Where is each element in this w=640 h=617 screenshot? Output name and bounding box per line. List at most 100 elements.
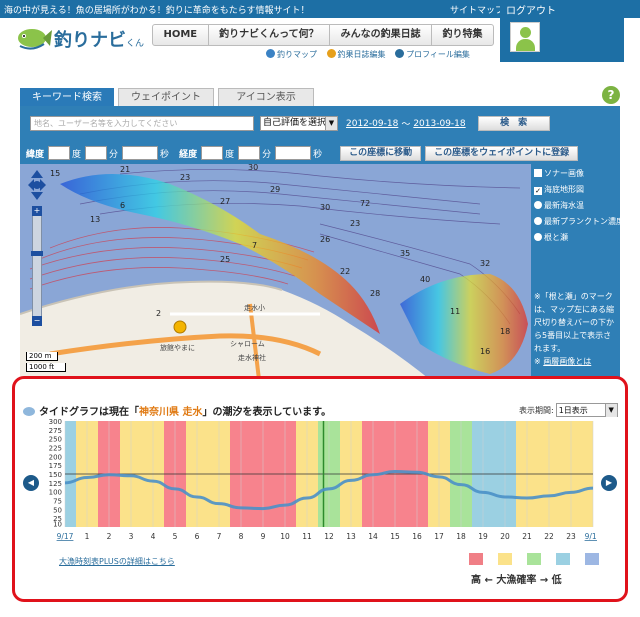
site-tagline: 海の中が見える！魚の居場所がわかる！釣りに革命をもたらす情報サイト！ [4, 6, 310, 16]
svg-text:21: 21 [120, 165, 130, 174]
tab-keyword-search[interactable]: キーワード検索 [20, 88, 114, 106]
radio[interactable] [534, 201, 542, 209]
x-tick-label: 19 [478, 532, 488, 541]
register-waypoint-button[interactable]: この座標をウェイポイントに登録 [425, 145, 579, 161]
svg-text:7: 7 [252, 241, 257, 250]
x-tick-label: 9/18 [585, 532, 597, 541]
search-button[interactable]: 検 索 [477, 116, 550, 131]
tide-chart: 3002752502252001751501251007550 2 5 10 9/17 1… [49, 419, 597, 541]
svg-text:25: 25 [220, 255, 230, 264]
zoom-in-icon[interactable]: + [32, 206, 42, 216]
layer-help-link[interactable]: 画層画像とは [543, 357, 591, 366]
x-tick-label: 10 [280, 532, 290, 541]
legend-caption: 高 ← 大漁確率 → 低 [471, 575, 562, 586]
lon-min-input[interactable] [238, 146, 261, 160]
x-tick-label: 1 [85, 532, 90, 541]
svg-text:23: 23 [350, 219, 360, 228]
logout-link[interactable]: ログアウト [506, 2, 556, 17]
svg-text:16: 16 [480, 347, 490, 356]
layer-water-temp[interactable]: 最新海水温 [534, 198, 617, 214]
scale-meters: 200 m [26, 352, 58, 361]
tide-detail-link[interactable]: 大漁時刻表PLUSの詳細はこちら [59, 556, 175, 567]
period-select[interactable]: 1日表示 ▼ [555, 403, 618, 417]
legend-swatch [498, 553, 512, 565]
layer-sonar[interactable]: ソナー画像 [534, 166, 617, 182]
map-canvas: 15 2123 302729 302335 32136 267225 222840… [20, 164, 531, 388]
svg-text:28: 28 [370, 289, 380, 298]
chevron-down-icon: ▼ [604, 404, 617, 417]
logo-text: 釣りナビくん [54, 30, 145, 51]
x-tick-label: 21 [522, 532, 532, 541]
edit-icon [326, 49, 336, 58]
tab-icon-display[interactable]: アイコン表示 [218, 88, 314, 106]
date-to[interactable]: 2013-09-18 [413, 119, 465, 129]
map-panel: 地名、ユーザー名等を入力してください 自己評価を選択 ▼ 2012-09-18 … [20, 106, 624, 388]
subnav-diary-edit[interactable]: 釣果日誌編集 [326, 49, 386, 59]
layer-plankton[interactable]: 最新プランクトン濃度 [534, 214, 624, 230]
avatar[interactable] [510, 22, 540, 52]
svg-text:11: 11 [450, 307, 460, 316]
layer-seafloor[interactable]: ✓ 海底地形図 [534, 182, 617, 198]
min-unit: 分 [262, 149, 272, 160]
x-tick-label: 20 [500, 532, 510, 541]
checkbox-checked[interactable]: ✓ [534, 187, 542, 195]
svg-text:26: 26 [320, 235, 330, 244]
nav-feature[interactable]: 釣り特集 [432, 25, 493, 45]
x-tick-label: 22 [544, 532, 554, 541]
tab-waypoint[interactable]: ウェイポイント [118, 88, 214, 106]
y-tick-label: 175 [49, 462, 62, 470]
lat-deg-input[interactable] [48, 146, 71, 160]
main-nav: HOME 釣りナビくんって何？ みんなの釣果日誌 釣り特集 [152, 24, 494, 46]
zoom-slider[interactable]: + − [31, 206, 43, 326]
chevron-down-icon: ▼ [325, 117, 337, 130]
nav-about[interactable]: 釣りナビくんって何？ [209, 25, 331, 45]
x-tick-label: 13 [346, 532, 356, 541]
radio[interactable] [534, 233, 542, 241]
lon-deg-input[interactable] [201, 146, 224, 160]
rating-select-value: 自己評価を選択 [263, 118, 327, 128]
svg-text:72: 72 [360, 199, 370, 208]
y-tick-label: 75 [53, 498, 62, 506]
sec-unit: 秒 [313, 149, 323, 160]
lon-sec-input[interactable] [275, 146, 312, 160]
checkbox[interactable] [534, 169, 542, 177]
tide-location[interactable]: 神奈川県 走水 [139, 407, 202, 418]
layer-note: ※「根と瀬」のマークは、マップ左にある縮尺切り替えバーの下から5番目以上で表示さ… [534, 292, 614, 366]
y-tick-label: 225 [49, 445, 62, 453]
layer-reef[interactable]: 根と瀬 [534, 230, 617, 246]
x-tick-label: 6 [195, 532, 200, 541]
rating-select[interactable]: 自己評価を選択 ▼ [260, 116, 338, 131]
y-tick-label: 300 [49, 419, 62, 426]
deg-unit: 度 [72, 149, 82, 160]
map-pan-control[interactable] [28, 170, 46, 200]
svg-text:旅館やまに: 旅館やまに [160, 343, 195, 352]
keyword-input[interactable]: 地名、ユーザー名等を入力してください [30, 116, 254, 131]
y-tick-label: 125 [49, 480, 62, 488]
profile-icon [395, 49, 405, 58]
period-select-value: 1日表示 [558, 406, 588, 415]
zoom-out-icon[interactable]: − [32, 316, 42, 326]
lat-min-input[interactable] [85, 146, 108, 160]
deg-unit: 度 [225, 149, 235, 160]
lat-sec-input[interactable] [122, 146, 159, 160]
latitude-label: 緯度 [26, 149, 45, 160]
next-day-button[interactable]: ▶ [601, 475, 617, 491]
date-from[interactable]: 2012-09-18 [346, 119, 398, 129]
nav-home[interactable]: HOME [153, 25, 209, 45]
site-logo[interactable]: 釣りナビくん [16, 20, 144, 56]
x-tick-label: 9/17 [57, 532, 74, 541]
legend-swatch [585, 553, 599, 565]
nav-diary[interactable]: みんなの釣果日誌 [330, 25, 433, 45]
help-icon[interactable]: ? [602, 86, 620, 104]
avatar-body [516, 39, 535, 51]
sitemap-link[interactable]: サイトマップ [450, 3, 504, 16]
move-to-coord-button[interactable]: この座標に移動 [340, 145, 422, 161]
y-tick-label: 250 [49, 436, 62, 444]
y-tick-label: 50 [53, 506, 62, 514]
subnav-fishing-map[interactable]: 釣りマップ [266, 49, 317, 59]
svg-text:35: 35 [400, 249, 410, 258]
sea-floor-map[interactable]: 15 21 23 30 27 29 30 23 35 32 13 6 26 72 25 22 28 40… [20, 164, 531, 388]
zoom-handle[interactable] [31, 251, 43, 256]
radio[interactable] [534, 217, 542, 225]
subnav-profile-edit[interactable]: プロフィール編集 [395, 49, 470, 59]
